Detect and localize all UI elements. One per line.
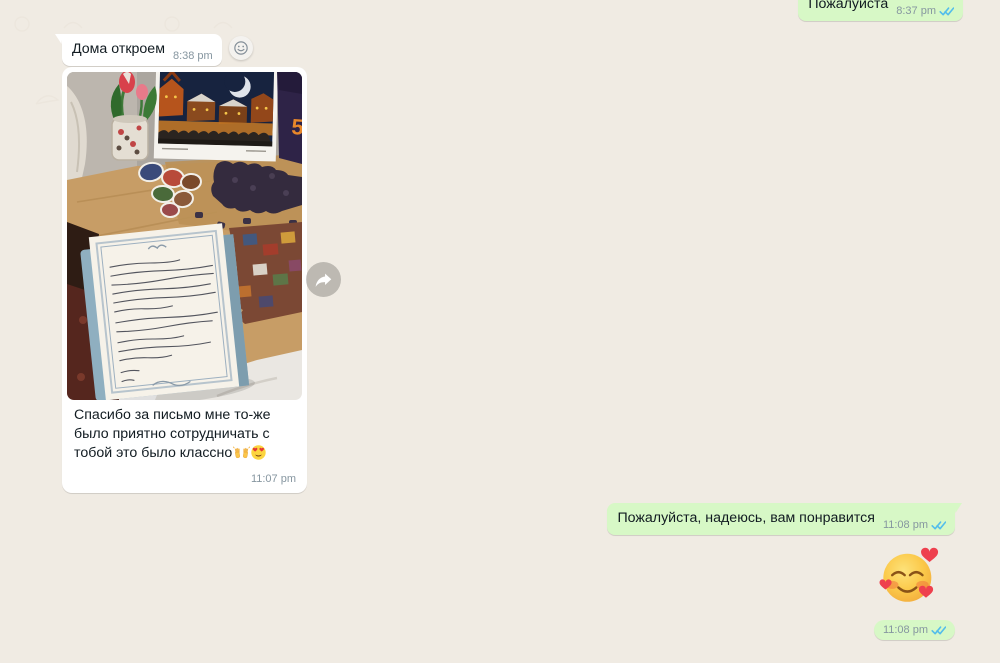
- handwritten-letter: [79, 222, 256, 400]
- message-meta: 8:38 pm: [173, 51, 213, 62]
- message-bubble-incoming[interactable]: Дома откроем 8:38 pm: [62, 34, 222, 66]
- double-check-icon: [939, 6, 954, 17]
- bubble-tail: [55, 34, 63, 47]
- photo-image[interactable]: 5: [67, 72, 302, 400]
- message-text: Пожалуйста: [808, 0, 888, 14]
- bubble-tail: [954, 503, 962, 516]
- message-time: 11:07 pm: [67, 466, 302, 487]
- svg-text:5: 5: [291, 114, 302, 140]
- message-bubble-outgoing[interactable]: Пожалуйста 8:37 pm: [798, 0, 963, 21]
- chat-conversation-panel: Пожалуйста 8:37 pm Дома откроем 8:38 pm: [0, 0, 1000, 663]
- message-meta: 8:37 pm: [896, 6, 954, 17]
- forward-message-button[interactable]: [306, 262, 341, 297]
- message-text: Пожалуйста, надеюсь, вам понравится: [617, 509, 874, 528]
- message-meta-bubble[interactable]: 11:08 pm: [874, 620, 955, 640]
- smiley-icon: [232, 39, 250, 57]
- add-reaction-button[interactable]: [229, 36, 253, 60]
- double-check-icon: [931, 625, 946, 636]
- message-time: 11:08 pm: [883, 624, 928, 636]
- message-bubble-image[interactable]: 5: [62, 67, 307, 493]
- message-time: 8:37 pm: [896, 6, 936, 17]
- message-bubble-outgoing[interactable]: Пожалуйста, надеюсь, вам понравится 11:0…: [607, 503, 955, 535]
- message-time: 11:08 pm: [883, 520, 928, 531]
- message-text: Дома откроем: [72, 40, 165, 59]
- image-caption: Спасибо за письмо мне то-же было приятно…: [67, 400, 302, 466]
- message-meta: 11:08 pm: [883, 520, 946, 531]
- heart-eyes-emoji: [251, 448, 266, 464]
- hearts-face-emoji: [878, 545, 942, 607]
- message-time: 8:38 pm: [173, 51, 213, 62]
- forward-arrow-icon: [314, 272, 333, 288]
- double-check-icon: [931, 520, 946, 531]
- message-emoji-large[interactable]: [878, 545, 942, 607]
- raising-hands-emoji: [233, 448, 250, 464]
